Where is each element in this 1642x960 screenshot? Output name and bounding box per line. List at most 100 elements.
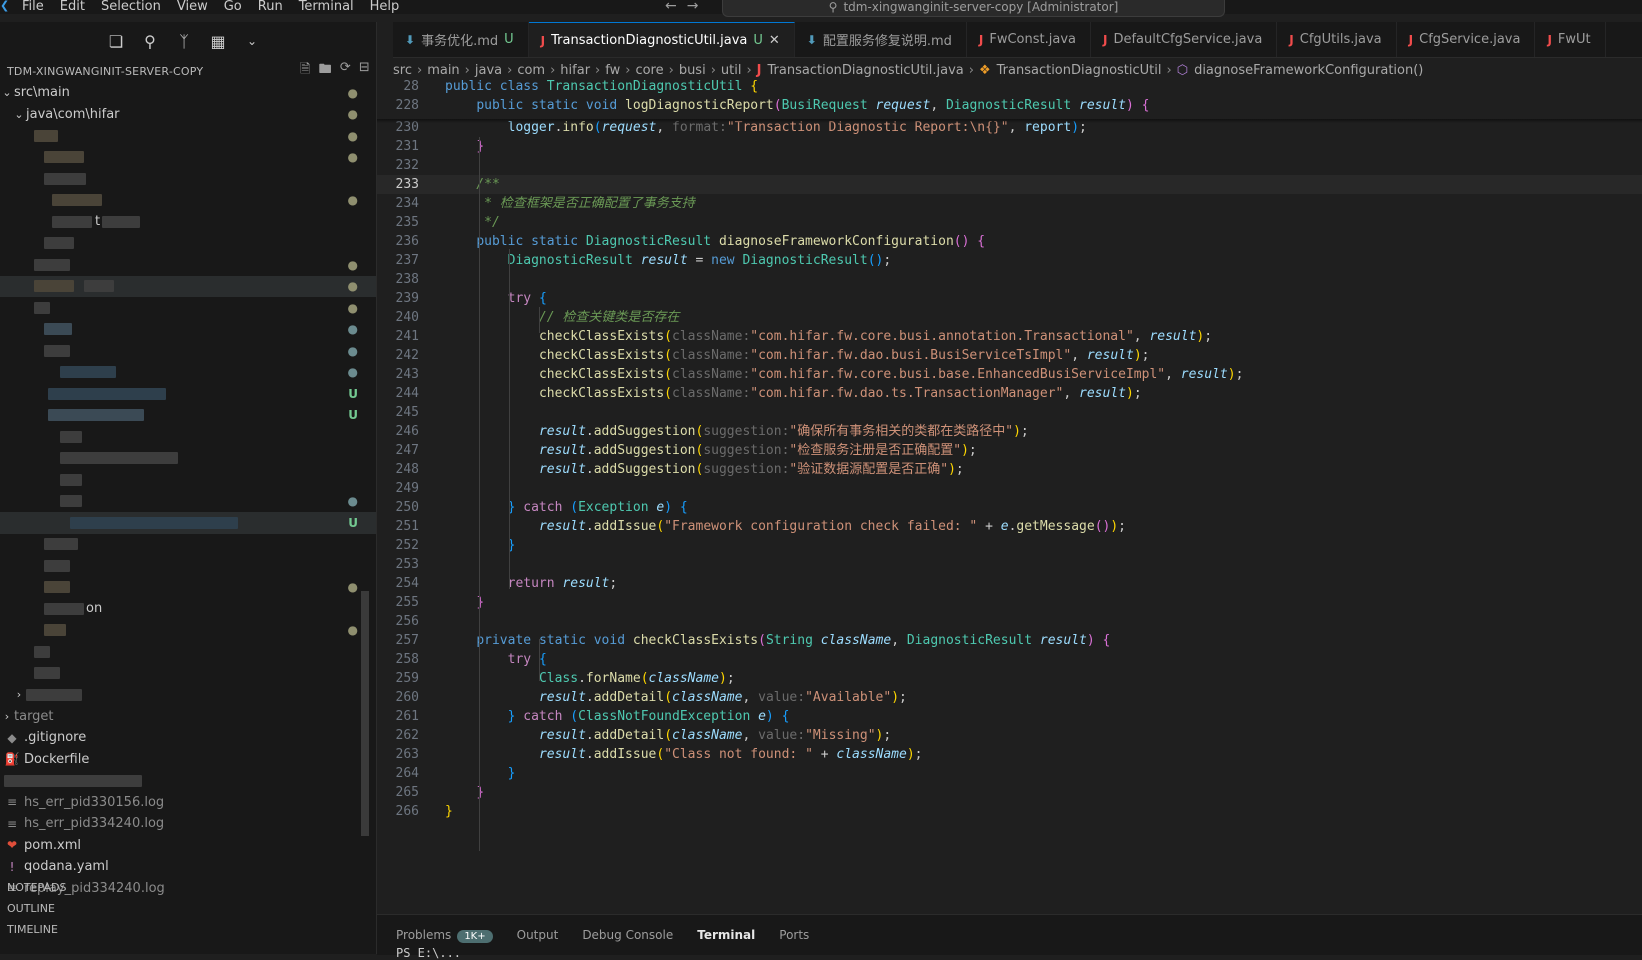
forward-arrow-icon[interactable]: →	[687, 0, 699, 14]
search-view-icon[interactable]: ⚲	[140, 32, 160, 51]
tree-item-blurred[interactable]	[0, 448, 376, 470]
code-line[interactable]: 264 }	[377, 764, 1642, 783]
panel-tab-output[interactable]: Output	[517, 928, 559, 942]
code-line[interactable]: 239 try {	[377, 289, 1642, 308]
menu-help[interactable]: Help	[362, 0, 408, 13]
tab-md-1[interactable]: ⬇ 事务优化.md U	[393, 22, 529, 57]
panel-tab-problems[interactable]: Problems 1K+	[396, 928, 493, 943]
tree-item-untracked[interactable]: U	[0, 512, 376, 534]
tab-fwconst[interactable]: J FwConst.java	[967, 22, 1091, 57]
tab-cfgservice[interactable]: J CfgService.java	[1397, 22, 1536, 57]
tree-item-blurred[interactable]: ●	[0, 297, 376, 319]
tab-defaultcfgservice[interactable]: J DefaultCfgService.java	[1091, 22, 1278, 57]
breadcrumb-item[interactable]: src	[393, 63, 412, 78]
code-line[interactable]: 248 result.addSuggestion(suggestion:"验证数…	[377, 460, 1642, 479]
tree-item-blurred[interactable]: ●	[0, 362, 376, 384]
code-line[interactable]: 249	[377, 479, 1642, 498]
menu-go[interactable]: Go	[216, 0, 250, 13]
breadcrumb-class[interactable]: TransactionDiagnosticUtil	[997, 63, 1162, 78]
tree-item-blurred[interactable]: ●	[0, 577, 376, 599]
tree-file-pom[interactable]: ❤ pom.xml	[0, 835, 376, 857]
tree-item-blurred[interactable]	[0, 168, 376, 190]
back-arrow-icon[interactable]: ←	[665, 0, 677, 14]
tree-item-blurred[interactable]: ●	[0, 190, 376, 212]
tree-item-blurred[interactable]: on	[0, 598, 376, 620]
code-line[interactable]: 236 public static DiagnosticResult diagn…	[377, 232, 1642, 251]
menu-file[interactable]: File	[14, 0, 52, 13]
menu-view[interactable]: View	[169, 0, 216, 13]
code-line[interactable]: 245	[377, 403, 1642, 422]
code-line[interactable]: 259 Class.forName(className);	[377, 669, 1642, 688]
code-line[interactable]: 247 result.addSuggestion(suggestion:"检查服…	[377, 441, 1642, 460]
collapse-all-icon[interactable]: ⊟	[359, 60, 370, 82]
tab-transaction-diagnostic-util[interactable]: J TransactionDiagnosticUtil.java U ✕	[528, 22, 795, 57]
tree-item-blurred[interactable]: t	[0, 211, 376, 233]
tree-item-blurred[interactable]	[0, 426, 376, 448]
code-line[interactable]: 233 /**	[377, 175, 1642, 194]
code-line[interactable]: 263 result.addIssue("Class not found: " …	[377, 745, 1642, 764]
code-line[interactable]: 234 * 检查框架是否正确配置了事务支持	[377, 194, 1642, 213]
tree-folder-src-main[interactable]: ⌄ src\main ●	[0, 82, 376, 104]
code-line[interactable]: 253	[377, 555, 1642, 574]
tab-md-2[interactable]: ⬇ 配置服务修复说明.md	[795, 22, 967, 57]
sticky-code-line[interactable]: 228 public static void logDiagnosticRepo…	[377, 96, 1642, 115]
section-timeline[interactable]: TIMELINE	[0, 919, 376, 940]
code-line[interactable]: 242 checkClassExists(className:"com.hifa…	[377, 346, 1642, 365]
tree-item-untracked[interactable]: U	[0, 405, 376, 427]
refresh-icon[interactable]: ⟳	[340, 60, 351, 82]
code-line[interactable]: 250 } catch (Exception e) {	[377, 498, 1642, 517]
more-views-chevron-icon[interactable]: ⌄	[242, 34, 262, 48]
tree-item-blurred[interactable]: ●	[0, 125, 376, 147]
tree-item-blurred[interactable]	[0, 641, 376, 663]
tree-folder-target[interactable]: › target	[0, 706, 376, 728]
new-folder-icon[interactable]: 🖿	[319, 60, 332, 82]
section-notepads[interactable]: NOTEPADS	[0, 877, 376, 898]
breadcrumb-item[interactable]: core	[635, 63, 663, 78]
code-line[interactable]: 235 */	[377, 213, 1642, 232]
tree-item-blurred[interactable]	[0, 469, 376, 491]
explorer-icon[interactable]: ❏	[106, 32, 126, 51]
code-line[interactable]: 246 result.addSuggestion(suggestion:"确保所…	[377, 422, 1642, 441]
tree-file-hs-err-1[interactable]: ≡ hs_err_pid330156.log	[0, 792, 376, 814]
code-line[interactable]: 251 result.addIssue("Framework configura…	[377, 517, 1642, 536]
menu-edit[interactable]: Edit	[52, 0, 93, 13]
code-line[interactable]: 231 }	[377, 137, 1642, 156]
code-line[interactable]: 240 // 检查关键类是否存在	[377, 308, 1642, 327]
tree-item-blurred[interactable]: ●	[0, 491, 376, 513]
code-line[interactable]: 261 } catch (ClassNotFoundException e) {	[377, 707, 1642, 726]
tree-file-dockerfile[interactable]: ⛽ Dockerfile	[0, 749, 376, 771]
code-line[interactable]: 265 }	[377, 783, 1642, 802]
code-line[interactable]: 252 }	[377, 536, 1642, 555]
panel-tab-ports[interactable]: Ports	[779, 928, 809, 942]
code-line[interactable]: 232	[377, 156, 1642, 175]
breadcrumb-item[interactable]: hifar	[560, 63, 590, 78]
tree-item-untracked[interactable]: U	[0, 383, 376, 405]
breadcrumb-method[interactable]: diagnoseFrameworkConfiguration()	[1194, 63, 1423, 78]
tree-item-blurred[interactable]: ●	[0, 254, 376, 276]
code-line[interactable]: 258 try {	[377, 650, 1642, 669]
tree-item-blurred[interactable]: ●	[0, 147, 376, 169]
section-outline[interactable]: OUTLINE	[0, 898, 376, 919]
menu-terminal[interactable]: Terminal	[291, 0, 362, 13]
code-line[interactable]: 243 checkClassExists(className:"com.hifa…	[377, 365, 1642, 384]
breadcrumb-file[interactable]: TransactionDiagnosticUtil.java	[768, 63, 964, 78]
tree-file-qodana[interactable]: ! qodana.yaml	[0, 856, 376, 878]
sticky-code-line[interactable]: 28 public class TransactionDiagnosticUtil…	[377, 77, 1642, 96]
code-line[interactable]: 266}	[377, 802, 1642, 821]
extensions-icon[interactable]: ▦	[208, 32, 228, 51]
tree-item-blurred[interactable]	[0, 770, 376, 792]
tree-folder-blurred[interactable]: ›	[0, 684, 376, 706]
code-line[interactable]: 255 }	[377, 593, 1642, 612]
tree-item-blurred[interactable]: ●	[0, 620, 376, 642]
tree-item-blurred[interactable]	[0, 233, 376, 255]
breadcrumb-item[interactable]: com	[517, 63, 545, 78]
tree-item-blurred[interactable]: ●	[0, 340, 376, 362]
code-line[interactable]: 257 private static void checkClassExists…	[377, 631, 1642, 650]
menu-run[interactable]: Run	[250, 0, 291, 13]
code-line[interactable]: 256	[377, 612, 1642, 631]
tree-item-blurred[interactable]	[0, 534, 376, 556]
breadcrumb-item[interactable]: main	[427, 63, 459, 78]
menu-selection[interactable]: Selection	[93, 0, 169, 13]
command-center[interactable]: ⚲ tdm-xingwanginit-server-copy [Administr…	[722, 0, 1225, 17]
panel-tab-debug-console[interactable]: Debug Console	[582, 928, 673, 942]
